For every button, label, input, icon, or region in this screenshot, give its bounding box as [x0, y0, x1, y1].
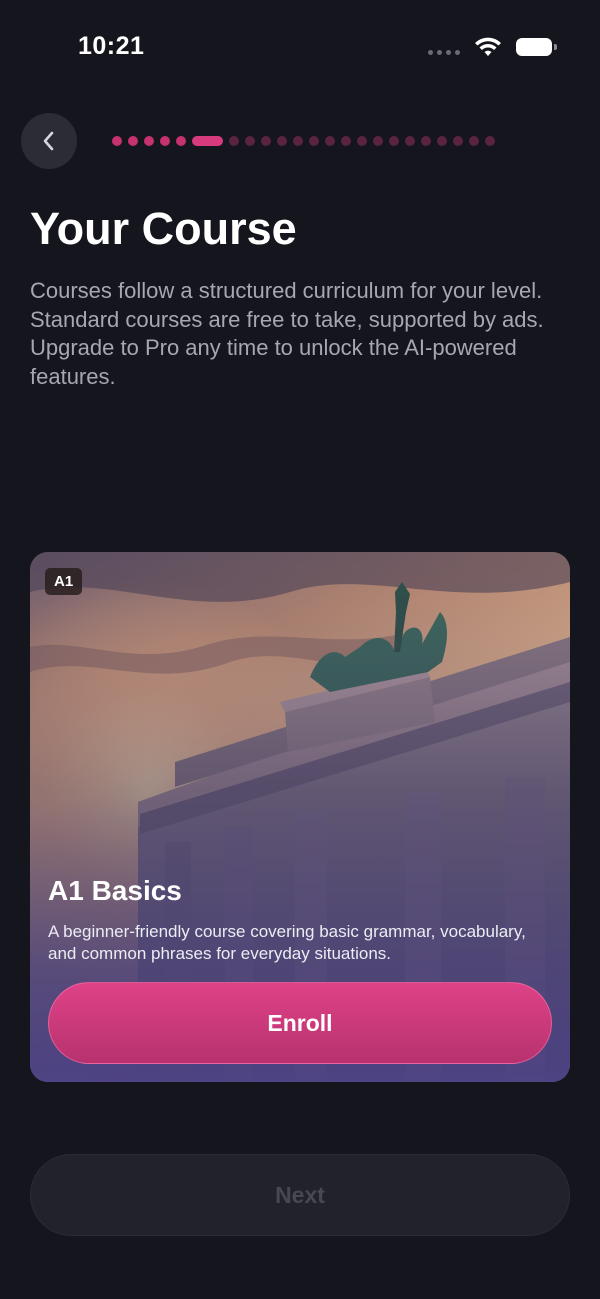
- battery-icon: [516, 38, 557, 56]
- progress-step: [112, 136, 122, 146]
- course-card[interactable]: A1 A1 Basics A beginner-friendly course …: [30, 552, 570, 1082]
- course-level-badge: A1: [45, 568, 83, 595]
- progress-step: [160, 136, 170, 146]
- progress-step-active: [192, 136, 223, 146]
- back-button[interactable]: [21, 113, 77, 169]
- onboarding-screen: 10:21 Your Course Courses follow a struc…: [0, 0, 600, 1299]
- progress-step: [341, 136, 351, 146]
- progress-step: [245, 136, 255, 146]
- progress-step: [357, 136, 367, 146]
- progress-step: [453, 136, 463, 146]
- progress-step: [309, 136, 319, 146]
- progress-step: [389, 136, 399, 146]
- progress-step: [437, 136, 447, 146]
- page-title: Your Course: [30, 203, 297, 254]
- progress-step: [421, 136, 431, 146]
- progress-step: [325, 136, 335, 146]
- progress-step: [176, 136, 186, 146]
- chevron-left-icon: [43, 131, 54, 151]
- progress-step: [261, 136, 271, 146]
- progress-step: [277, 136, 287, 146]
- progress-step: [485, 136, 495, 146]
- progress-step: [469, 136, 479, 146]
- progress-step: [128, 136, 138, 146]
- wifi-icon: [475, 37, 501, 56]
- next-button[interactable]: Next: [30, 1154, 570, 1236]
- status-time: 10:21: [78, 32, 145, 60]
- page-description: Courses follow a structured curriculum f…: [30, 278, 544, 389]
- progress-step: [144, 136, 154, 146]
- progress-step: [405, 136, 415, 146]
- progress-step: [293, 136, 303, 146]
- onboarding-progress-indicator: [112, 136, 495, 146]
- course-title: A1 Basics: [48, 875, 182, 906]
- status-icons: [428, 36, 557, 58]
- progress-step: [373, 136, 383, 146]
- course-description: A beginner-friendly course covering basi…: [48, 922, 526, 963]
- cellular-signal-icon: [428, 49, 460, 55]
- enroll-button[interactable]: Enroll: [48, 982, 552, 1064]
- progress-step: [229, 136, 239, 146]
